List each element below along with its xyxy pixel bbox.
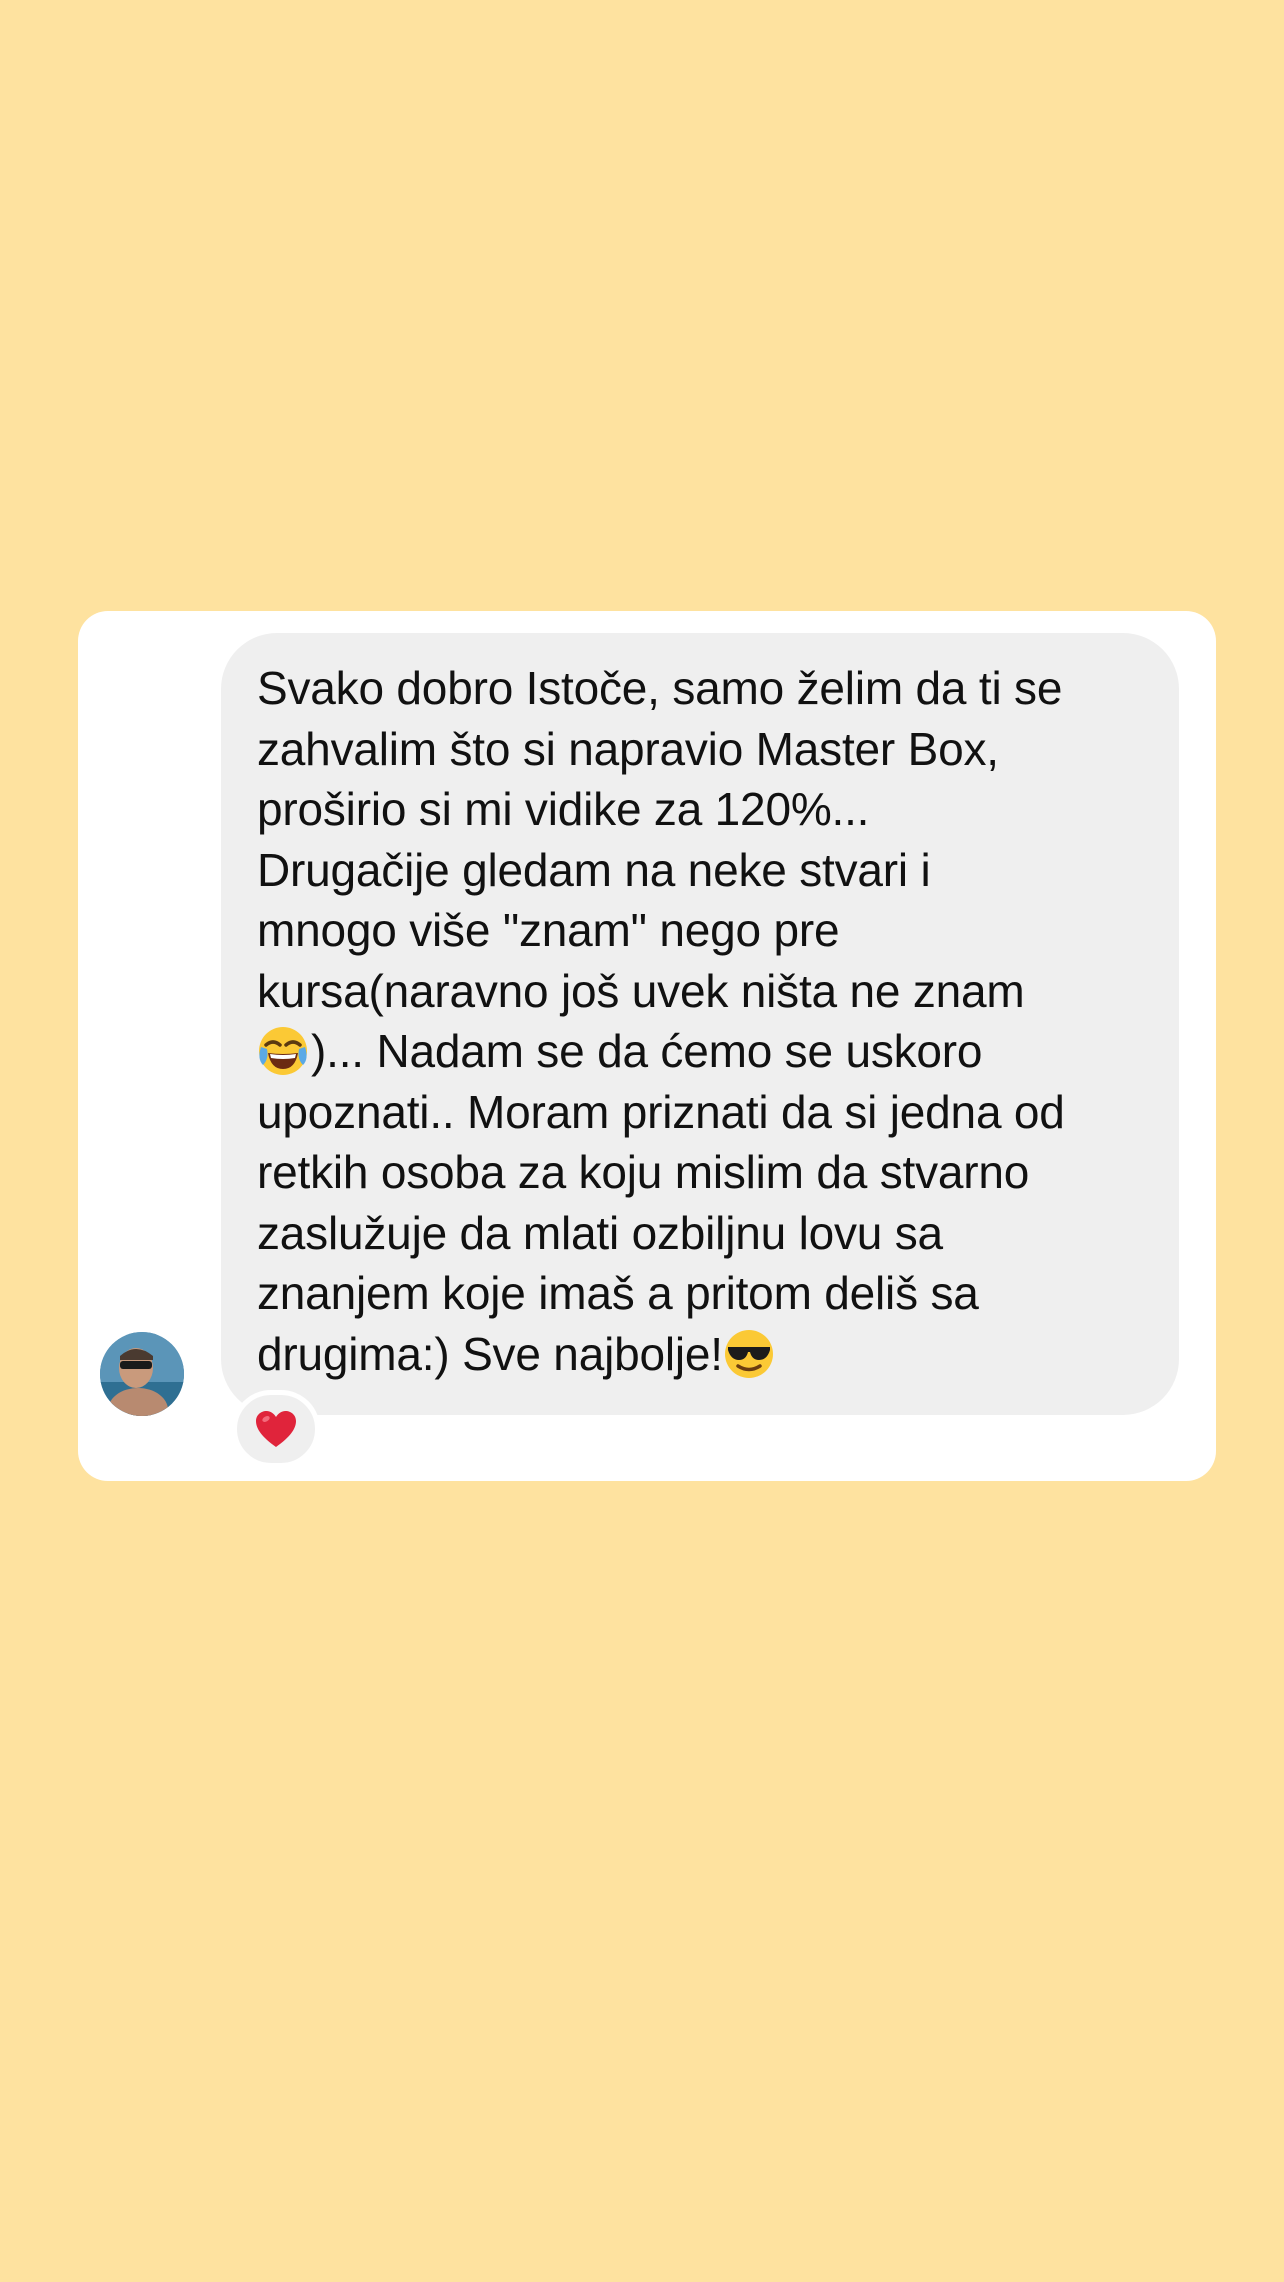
message-line: zaslužuje da mlati ozbiljnu lovu sa (257, 1206, 943, 1259)
message-line: Svako dobro Istoče, samo želim da ti se (257, 662, 1063, 714)
message-line-with-emoji: drugima:) Sve najbolje! (257, 1324, 1159, 1385)
avatar-photo-icon (100, 1332, 184, 1416)
message-line: zahvalim što si napravio Master Box, (257, 722, 999, 775)
sender-avatar[interactable] (100, 1332, 184, 1416)
message-line: retkih osoba za koju mislim da stvarno (257, 1146, 1030, 1198)
message-line: kursa(naravno još uvek ništa ne znam (257, 964, 1025, 1017)
message-line: upoznati.. Moram priznati da si jedna od (257, 1085, 1065, 1138)
message-line: Drugačije gledam na neke stvari i (257, 843, 931, 896)
message-line: proširio si mi vidike za 120%... (257, 783, 870, 835)
message-card: Svako dobro Istoče, samo želim da ti se … (78, 611, 1216, 1481)
heart-reaction[interactable] (232, 1390, 320, 1468)
red-heart-emoji (256, 1411, 296, 1447)
message-bubble[interactable]: Svako dobro Istoče, samo želim da ti se … (221, 633, 1179, 1415)
message-line-with-emoji: )... Nadam se da ćemo se uskoro (257, 1021, 1159, 1082)
message-line: znanjem koje imaš a pritom deliš sa (257, 1267, 979, 1319)
message-line: mnogo više "znam" nego pre (257, 904, 840, 956)
smiling-face-with-sunglasses-emoji (723, 1328, 775, 1380)
face-with-tears-of-joy-emoji (257, 1025, 309, 1077)
